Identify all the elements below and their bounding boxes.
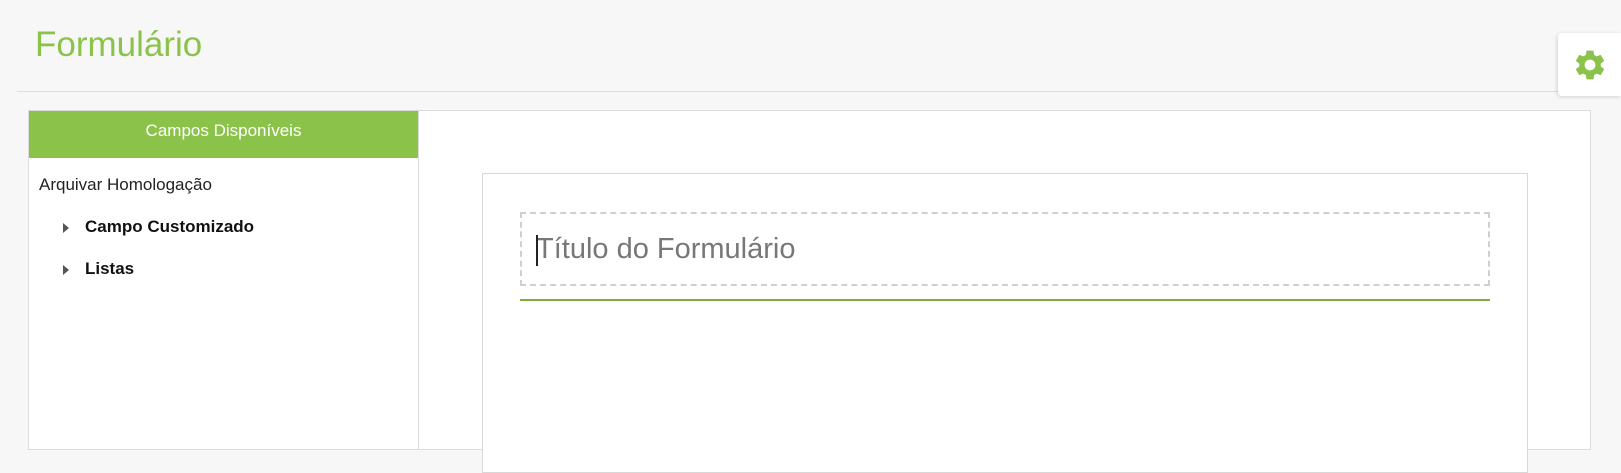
form-title-input[interactable] [520,212,1490,286]
form-title-underline [520,299,1490,301]
sidebar-header: Campos Disponíveis [29,111,418,158]
tree-item-lists[interactable]: Listas [63,259,134,279]
text-cursor [536,235,538,266]
caret-right-icon [63,222,69,233]
form-canvas [482,173,1528,473]
title-divider [17,91,1621,92]
form-builder-panel: Campos Disponíveis Arquivar Homologação … [28,110,1591,473]
tree-item-custom-field[interactable]: Campo Customizado [63,217,254,237]
page-title: Formulário [35,25,203,64]
settings-button[interactable] [1558,33,1621,96]
tree-item-label: Listas [85,259,135,278]
sidebar-group-label: Arquivar Homologação [39,175,212,194]
gear-icon [1572,47,1608,83]
available-fields-sidebar: Campos Disponíveis Arquivar Homologação … [29,111,419,449]
tree-item-label: Campo Customizado [85,217,255,236]
caret-right-icon [63,264,69,275]
